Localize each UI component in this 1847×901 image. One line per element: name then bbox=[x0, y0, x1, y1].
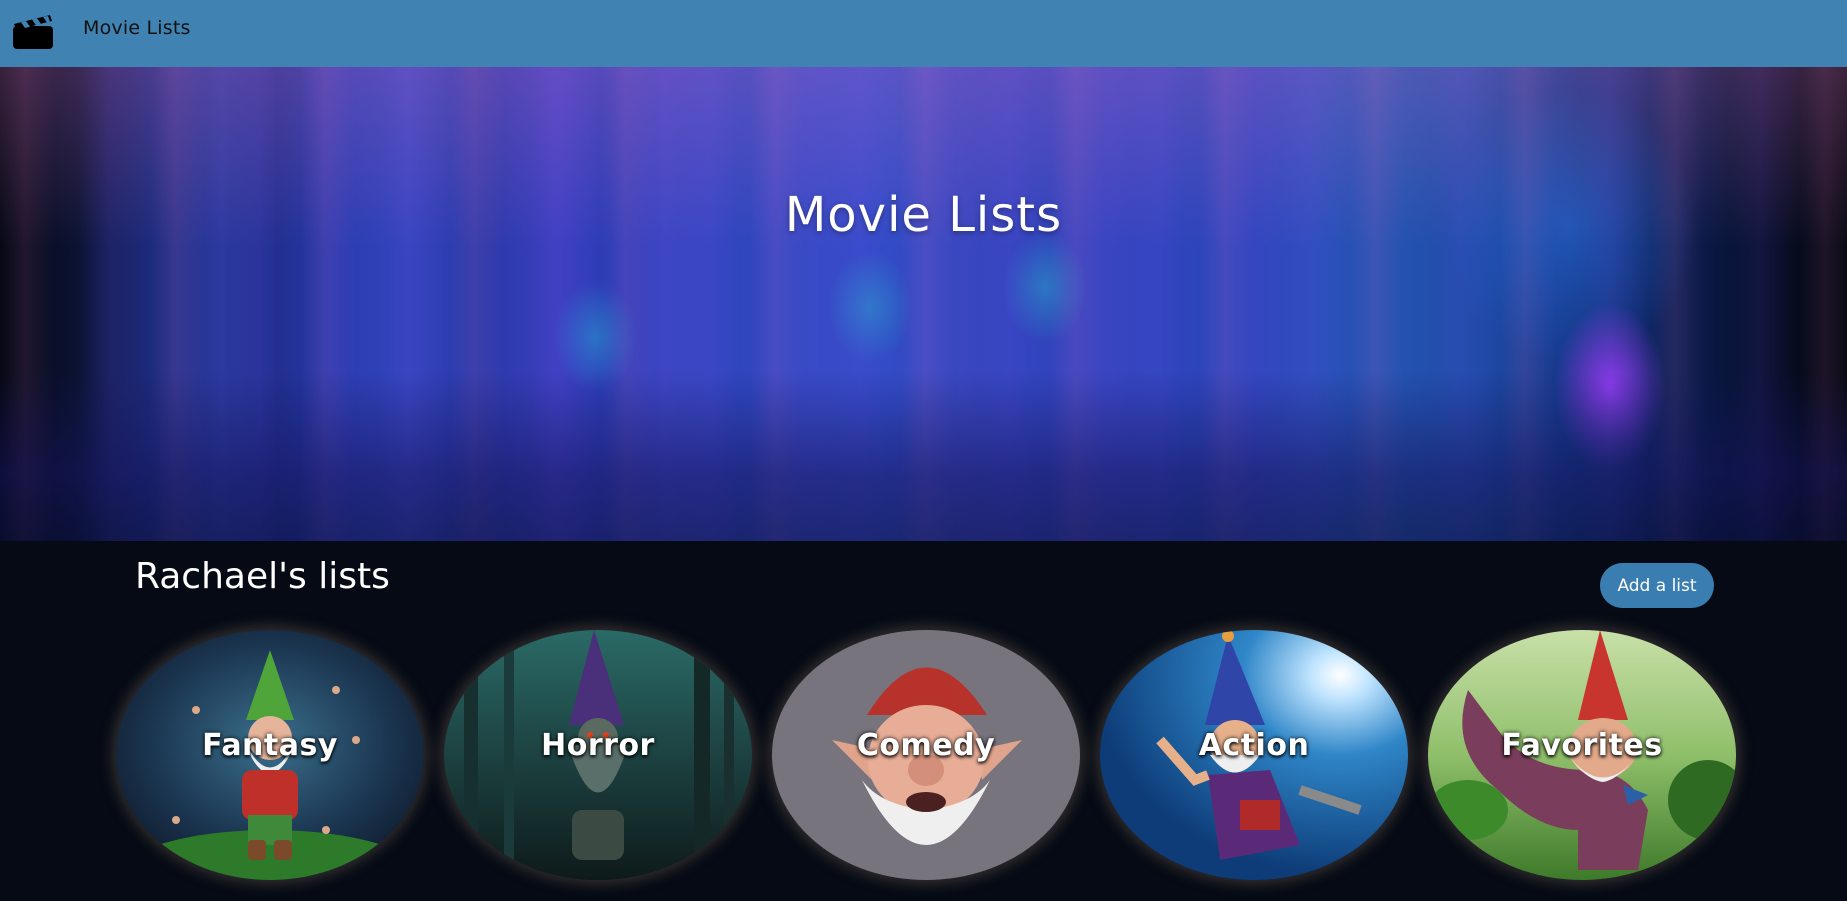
hero-banner: Movie Lists bbox=[0, 67, 1847, 541]
list-card-action[interactable]: Action bbox=[1100, 630, 1408, 880]
list-card-label: Action bbox=[1198, 728, 1310, 763]
hero-bottom-fade bbox=[0, 371, 1847, 541]
section-title: Rachael's lists bbox=[135, 556, 390, 597]
clapperboard-icon[interactable] bbox=[12, 13, 54, 50]
list-card-label: Horror bbox=[541, 728, 655, 763]
list-card-label: Fantasy bbox=[202, 728, 338, 763]
list-card-favorites[interactable]: Favorites bbox=[1428, 630, 1736, 880]
top-navbar: Movie Lists bbox=[0, 0, 1847, 67]
list-card-label: Comedy bbox=[856, 728, 996, 763]
add-list-button[interactable]: Add a list bbox=[1600, 563, 1714, 608]
list-card-comedy[interactable]: Comedy bbox=[772, 630, 1080, 880]
list-card-horror[interactable]: Horror bbox=[444, 630, 752, 880]
hero-title: Movie Lists bbox=[784, 187, 1063, 243]
list-card-fantasy[interactable]: Fantasy bbox=[116, 630, 424, 880]
nav-title[interactable]: Movie Lists bbox=[83, 17, 191, 39]
list-card-label: Favorites bbox=[1501, 728, 1663, 763]
